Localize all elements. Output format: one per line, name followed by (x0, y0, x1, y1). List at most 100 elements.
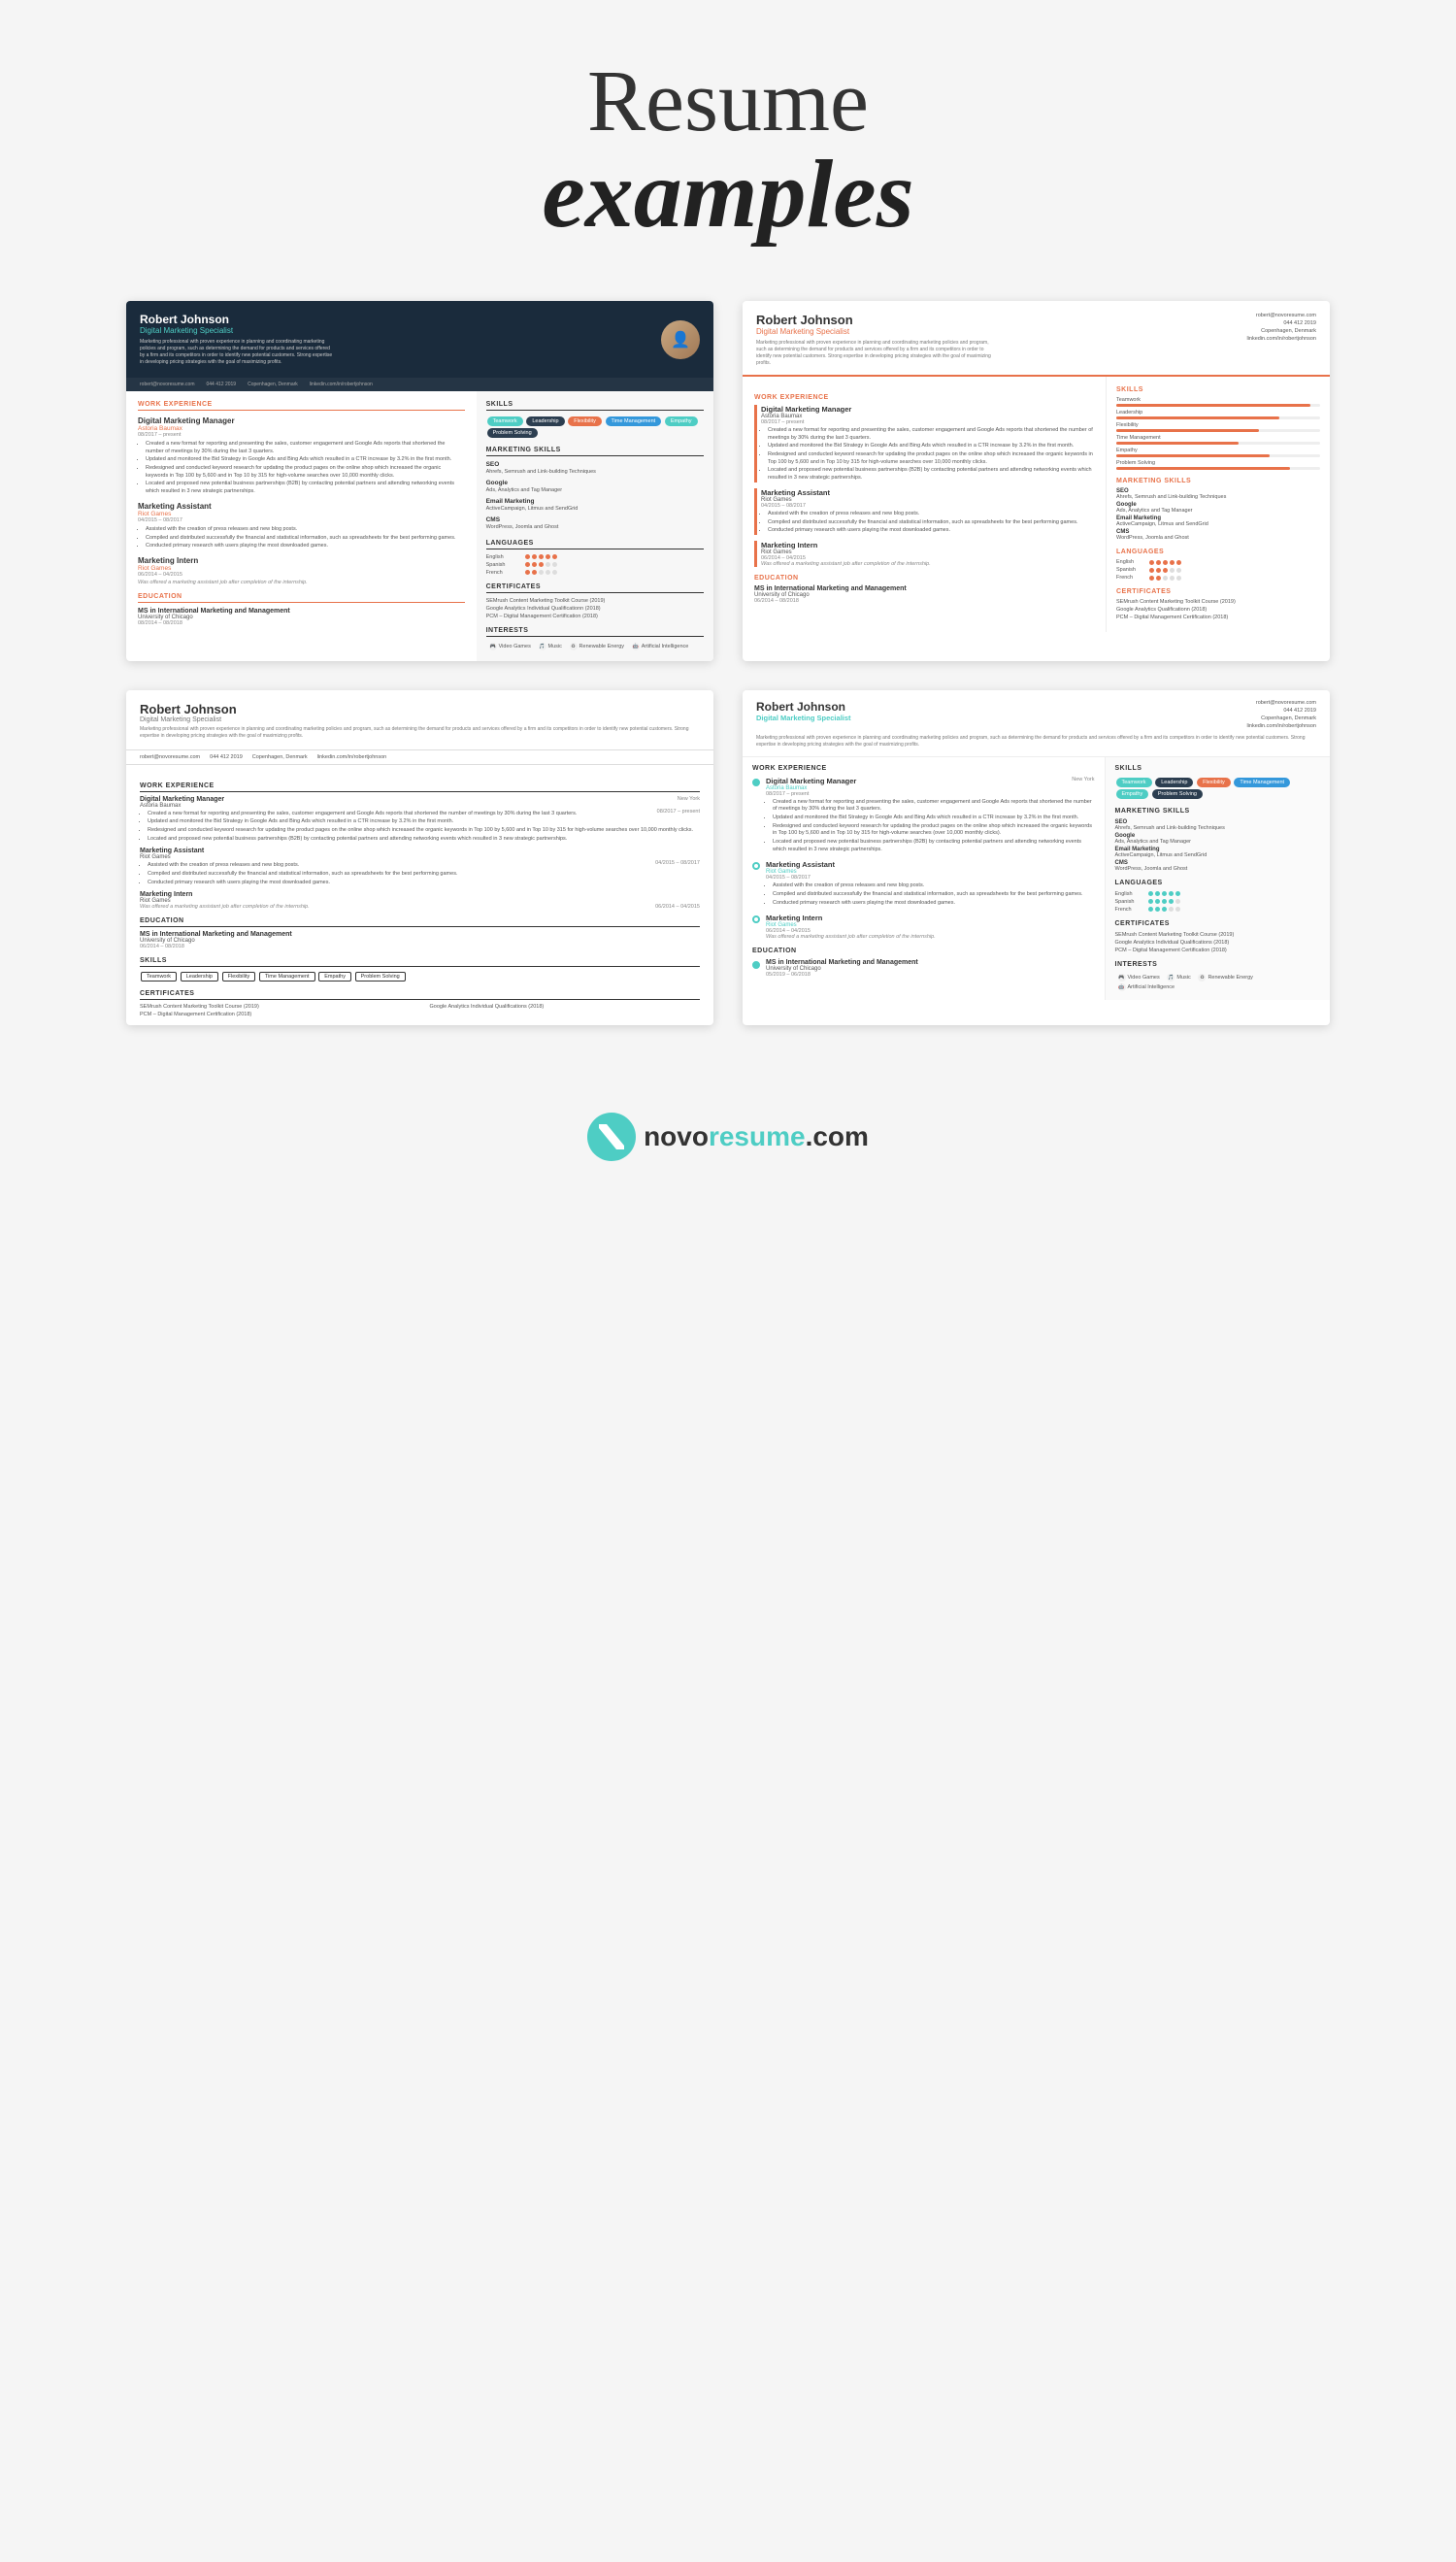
r1-avatar: 👤 (661, 320, 700, 359)
r3-job2-company: Riot Games (140, 854, 700, 860)
r1-lang-french: French (486, 570, 704, 576)
r2-job2-b3: Conducted primary research with users pl… (768, 527, 1094, 535)
r4-tag-problemsolving: Problem Solving (1152, 789, 1203, 799)
r3-job1: Digital Marketing Manager New York Astor… (140, 796, 700, 844)
r4-title: Digital Marketing Specialist (756, 714, 851, 722)
r2-mkt-google-detail: Ads, Analytics and Tag Manager (1116, 508, 1320, 514)
r4-edu: MS in International Marketing and Manage… (752, 959, 1095, 978)
r2-skill-flexibility: Flexibility (1116, 422, 1320, 432)
r4-interest-videogames: 🎮Video Games (1118, 974, 1160, 982)
title-examples: examples (19, 146, 1437, 243)
r2-mkt-email-detail: ActiveCampaign, Litmus and SendGrid (1116, 521, 1320, 527)
r1-job2-bullets: Assisted with the creation of press rele… (138, 526, 465, 550)
r1-title: Digital Marketing Specialist (140, 326, 334, 335)
r3-summary: Marketing professional with proven exper… (140, 726, 700, 740)
r4-edu-title: EDUCATION (752, 948, 1095, 954)
r4-job1: New York Digital Marketing Manager Astor… (752, 777, 1095, 855)
r1-location: Copenhagen, Denmark (248, 382, 298, 387)
r4-job2-title: Marketing Assistant (766, 860, 1095, 869)
r1-lang-spanish-label: Spanish (486, 562, 525, 568)
r2-skills-title: SKILLS (1116, 386, 1320, 393)
r3-cert-title: CERTIFICATES (140, 990, 700, 1000)
r1-mkt-google-text: Ads, Analytics and Tag Manager (486, 487, 704, 494)
r3-job2: Marketing Assistant Riot Games 04/2015 –… (140, 848, 700, 886)
r2-phone: 044 412 2019 (1246, 320, 1316, 326)
r2-summary: Marketing professional with proven exper… (756, 340, 999, 367)
r1-mkt-google-title: Google (486, 480, 704, 486)
r3-skill-tags: Teamwork Leadership Flexibility Time Man… (140, 971, 700, 982)
r3-job2-bullets: Assisted with the creation of press rele… (140, 862, 700, 886)
r3-job3-title: Marketing Intern (140, 891, 700, 898)
r4-sidebar: SKILLS Teamwork Leadership Flexibility T… (1105, 757, 1331, 1000)
r1-skill-tags: Teamwork Leadership Flexibility Time Man… (486, 416, 704, 439)
r1-work-section-title: WORK EXPERIENCE (138, 401, 465, 411)
r1-tag-problemsolving: Problem Solving (487, 428, 538, 438)
r4-job1-dates: 08/2017 – present (766, 791, 1095, 797)
r1-header-info: Robert Johnson Digital Marketing Special… (140, 313, 334, 366)
r4-tag-leadership: Leadership (1155, 778, 1193, 787)
r2-cert1: SEMrush Content Marketing Toolkit Course… (1116, 599, 1320, 605)
r1-edu-section-title: EDUCATION (138, 593, 465, 603)
r4-lang-french: French (1115, 907, 1321, 913)
r4-ai-icon: 🤖 (1118, 983, 1126, 991)
r3-title: Digital Marketing Specialist (140, 716, 700, 723)
r4-interest-music: 🎵Music (1167, 974, 1190, 982)
r1-skills-title: SKILLS (486, 401, 704, 411)
r1-job1-dates: 08/2017 – present (138, 432, 465, 438)
r4-location: Copenhagen, Denmark (1246, 715, 1316, 721)
r2-location: Copenhagen, Denmark (1246, 328, 1316, 334)
r1-cert3: PCM – Digital Management Certification (… (486, 614, 704, 619)
r1-job1-company: Astoria Baumax (138, 425, 465, 432)
r4-job3-note: Was offered a marketing assistant job af… (766, 934, 1095, 940)
r4-lang-title: LANGUAGES (1115, 880, 1321, 886)
r4-tag-flexibility: Flexibility (1197, 778, 1231, 787)
r2-job2-dates: 04/2015 – 08/2017 (761, 503, 1094, 509)
r3-location: Copenhagen, Denmark (252, 754, 308, 760)
r4-job3: Marketing Intern Riot Games 06/2014 – 04… (752, 914, 1095, 940)
r1-job1-bullet2: Updated and monitored the Bid Strategy i… (146, 456, 465, 464)
r3-work-title: WORK EXPERIENCE (140, 782, 700, 792)
r3-linkedin: linkedin.com/in/robertjohnson (317, 754, 387, 760)
r4-job3-title: Marketing Intern (766, 914, 1095, 922)
r3-tag-empathy: Empathy (318, 972, 351, 982)
r1-tag-timemanagement: Time Management (606, 416, 662, 426)
r3-tag-leadership: Leadership (181, 972, 218, 982)
r4-cert1: SEMrush Content Marketing Toolkit Course… (1115, 932, 1321, 938)
r1-lang-english: English (486, 554, 704, 560)
r2-job1-dates: 08/2017 – present (761, 419, 1094, 425)
r1-lang-spanish-dots (525, 562, 557, 567)
r2-job3-title: Marketing Intern (761, 541, 1094, 549)
footer-logo[interactable]: novoresume.com (587, 1113, 869, 1161)
r1-tag-teamwork: Teamwork (487, 416, 523, 426)
r4-job1-title: Digital Marketing Manager (766, 777, 1095, 785)
r2-skill-teamwork: Teamwork (1116, 397, 1320, 407)
r3-job1-company: Astoria Baumax (140, 803, 700, 809)
r3-edu-title: EDUCATION (140, 917, 700, 927)
r2-body: WORK EXPERIENCE Digital Marketing Manage… (743, 377, 1330, 632)
r1-interest-music: 🎵Music (539, 643, 562, 650)
r2-contact: robert@novoresume.com 044 412 2019 Copen… (1246, 313, 1316, 367)
r4-edu-dates: 05/2019 – 06/2018 (766, 972, 918, 978)
page-footer: novoresume.com (0, 1083, 1456, 1200)
r4-summary: Marketing professional with proven exper… (756, 735, 1316, 749)
resume-card-2: Robert Johnson Digital Marketing Special… (743, 301, 1330, 661)
r2-main: WORK EXPERIENCE Digital Marketing Manage… (743, 377, 1106, 632)
r3-job1-bullets: Created a new format for reporting and p… (140, 811, 700, 844)
r2-job2-accent (754, 488, 757, 535)
r2-job2-b1: Assisted with the creation of press rele… (768, 511, 1094, 518)
r2-skill-leadership: Leadership (1116, 410, 1320, 419)
r4-skills-title: SKILLS (1115, 765, 1321, 772)
r1-lang-title: LANGUAGES (486, 540, 704, 549)
r1-mkt-cms-text: WordPress, Joomla and Ghost (486, 524, 704, 531)
r2-job2-title: Marketing Assistant (761, 488, 1094, 497)
r3-contact-bar: robert@novoresume.com 044 412 2019 Copen… (126, 749, 713, 765)
r3-job2-title: Marketing Assistant (140, 848, 700, 854)
r1-cert2: Google Analytics Individual Qualificatio… (486, 606, 704, 612)
r4-linkedin: linkedin.com/in/robertjohnson (1246, 723, 1316, 729)
r4-job1-content: New York Digital Marketing Manager Astor… (766, 777, 1095, 855)
r2-job3-note: Was offered a marketing assistant job af… (761, 561, 1094, 567)
r1-tag-empathy: Empathy (665, 416, 698, 426)
r1-tag-flexibility: Flexibility (568, 416, 602, 426)
r4-interests-list: 🎮Video Games 🎵Music ♻Renewable Energy 🤖A… (1115, 973, 1321, 992)
r2-job3: Marketing Intern Riot Games 06/2014 – 04… (754, 541, 1094, 567)
